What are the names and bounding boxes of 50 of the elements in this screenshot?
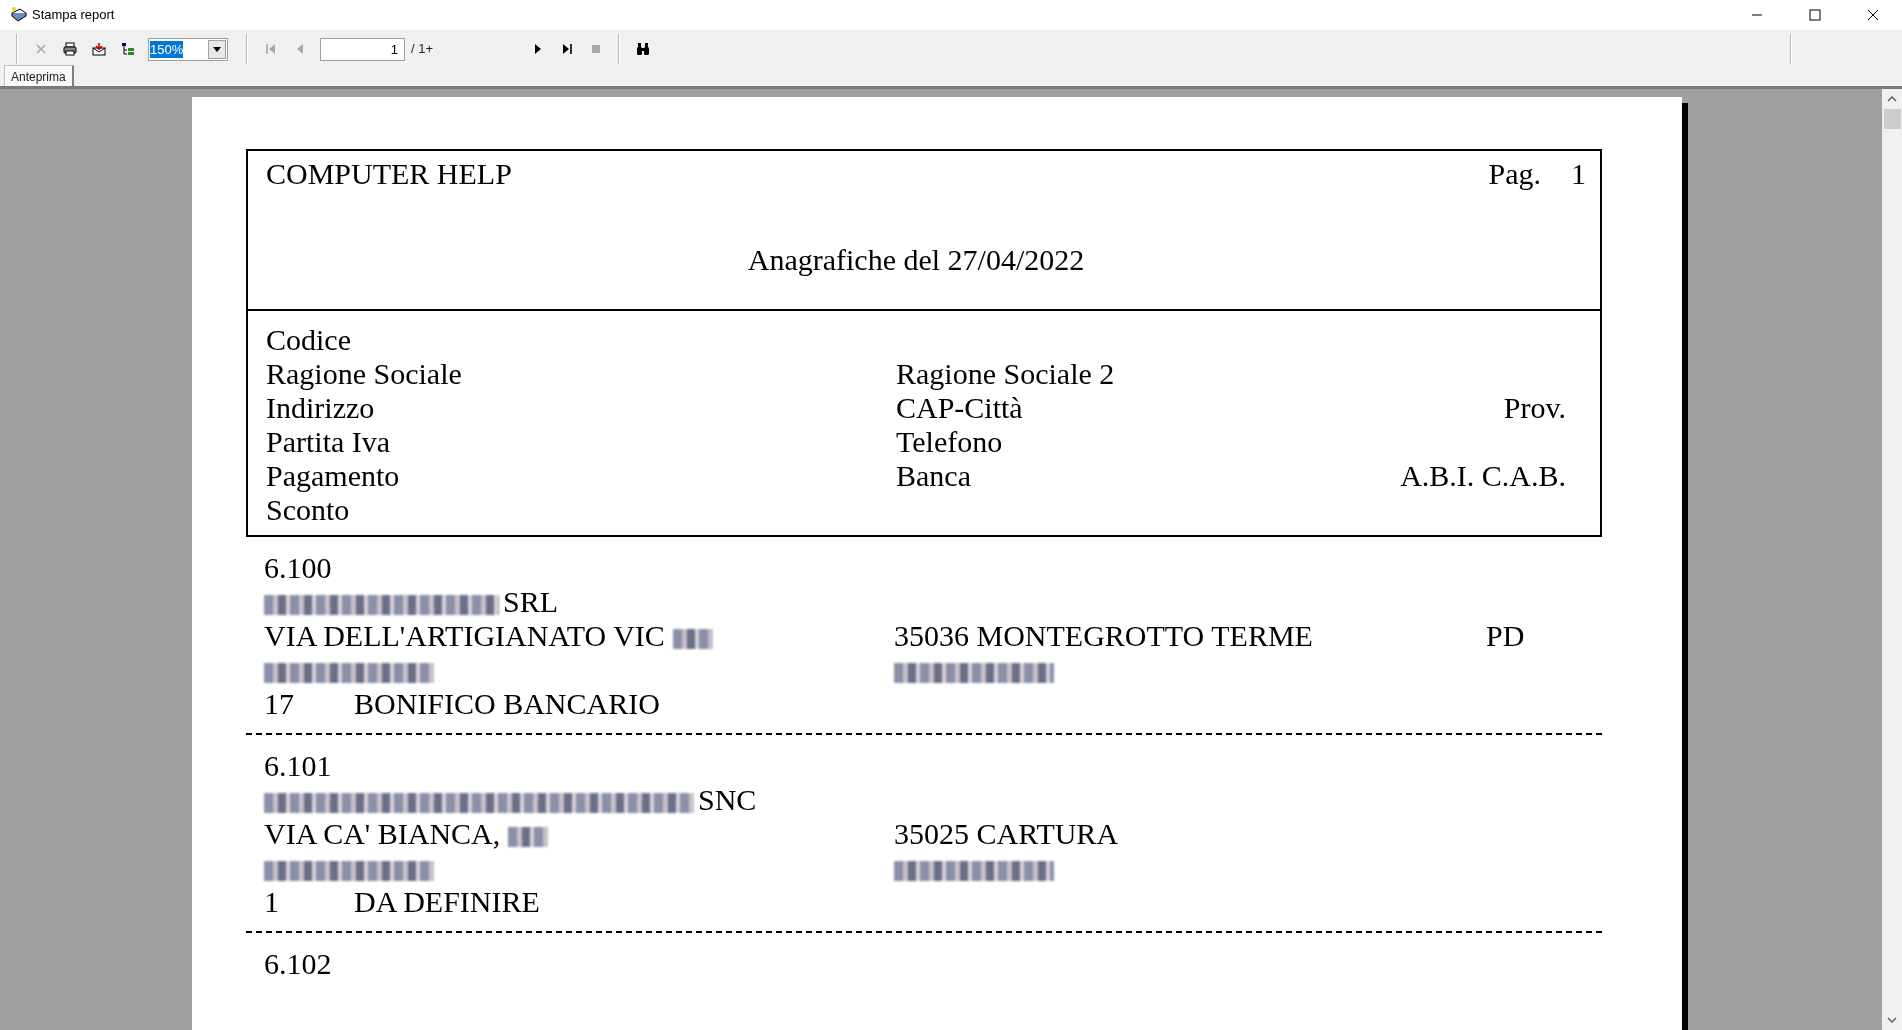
printer-icon [62,42,77,56]
tree-icon [120,42,135,56]
column-heading: CAP-Città [896,391,1023,424]
envelope-arrow-icon [91,42,106,56]
first-page-icon [263,42,278,56]
report-title: Anagrafiche del 27/04/2022 [747,243,1085,276]
column-heading: Codice [266,323,351,356]
column-heading: Partita Iva [266,425,391,458]
binoculars-icon [635,42,650,56]
column-heading: Sconto [266,493,350,526]
city: 35025 CARTURA [894,817,1119,850]
chevron-up-icon [1887,96,1897,102]
company-name: COMPUTER HELP [266,157,512,191]
redacted-text [672,629,713,650]
scrollbar-thumb[interactable] [1883,109,1901,129]
city: 35036 MONTEGROTTO TERME [894,619,1313,652]
column-heading: Ragione Sociale [266,357,462,390]
payment-method: BONIFICO BANCARIO [354,687,660,721]
column-heading: Telefono [896,425,1003,458]
column-heading: Indirizzo [266,391,375,424]
page-number: 1 [1571,157,1586,191]
payment-code: 17 [264,687,295,721]
close-icon [33,42,48,56]
app-icon [10,7,28,23]
column-heading: Pagamento [266,459,400,492]
company-name: SRL [503,585,559,618]
page-label: Pag. [1488,157,1541,191]
address: VIA CA' BIANCA, [264,817,501,850]
maximize-icon [1809,9,1821,21]
record-code: 6.101 [264,749,332,782]
close-icon [1867,9,1879,21]
zoom-dropdown[interactable]: 150% [148,37,228,61]
address: VIA DELL'ARTIGIANATO VIC [264,619,665,652]
column-heading: Ragione Sociale 2 [896,357,1115,390]
column-heading: Prov. [1503,391,1566,424]
window-title: Stampa report [32,6,115,25]
page-count: / 1+ [411,40,435,59]
province: PD [1486,619,1525,652]
redacted-text [508,827,549,848]
record-code: 6.102 [264,947,332,980]
caret-icon [213,46,221,52]
chevron-down-icon [1887,1017,1897,1023]
page-number-field[interactable]: 1 [320,37,405,61]
company-name: SNC [698,783,757,816]
tab[interactable]: Anteprima [4,65,74,87]
payment-method: DA DEFINIRE [354,885,540,919]
column-heading: A.B.I. C.A.B. [1400,459,1566,492]
payment-code: 1 [264,885,280,919]
column-heading: Banca [896,459,971,492]
record-code: 6.100 [264,551,332,584]
